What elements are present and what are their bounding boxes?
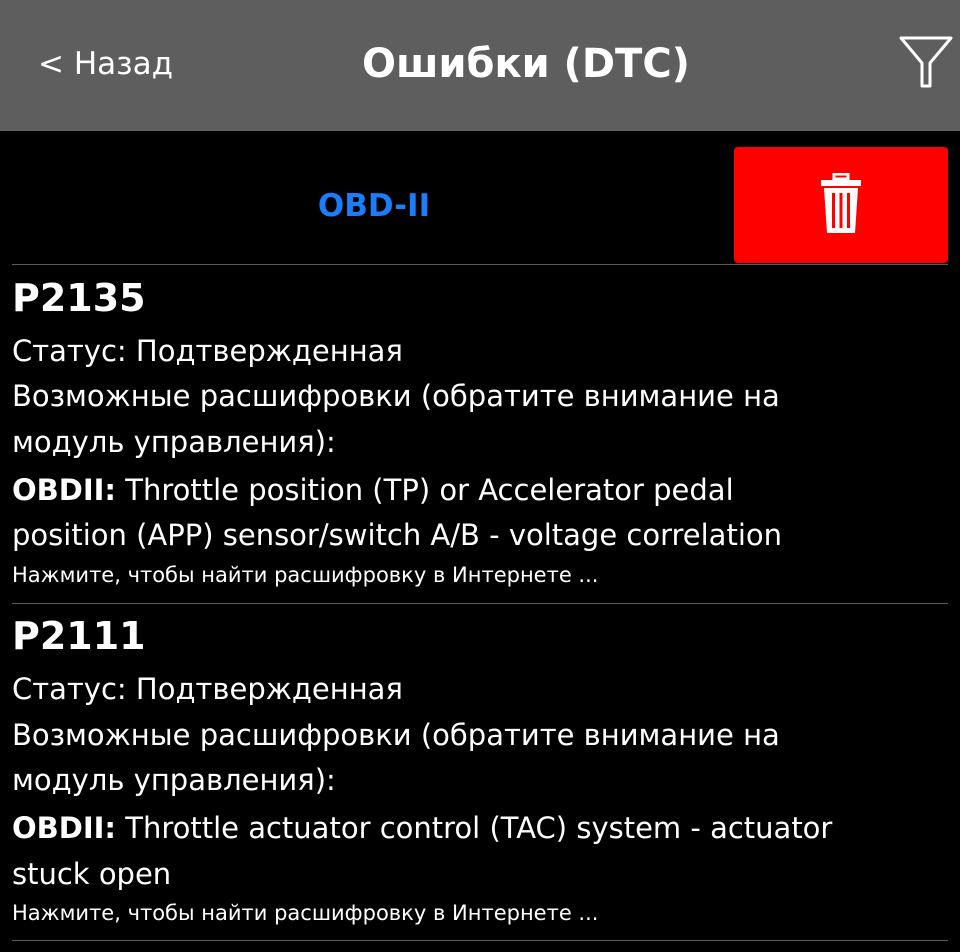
protocol-label[interactable]: OBD-II <box>240 186 508 226</box>
page-title: Ошибки (DTC) <box>362 41 690 87</box>
dtc-source-label: OBDII: <box>12 811 117 845</box>
back-button[interactable]: < Назад <box>38 44 173 84</box>
dtc-list-item[interactable]: P2135 Статус: Подтвержденная Возможные р… <box>0 265 960 602</box>
trash-icon <box>821 173 861 233</box>
dtc-description: OBDII: Throttle actuator control (TAC) s… <box>12 805 832 851</box>
dtc-decode-heading-cont: модуль управления): <box>12 763 336 797</box>
dtc-status: Статус: Подтвержденная <box>12 672 403 706</box>
dtc-code: P2135 <box>12 276 146 320</box>
toolbar: OBD-II <box>0 131 960 265</box>
dtc-description-text: Throttle position (TP) or Accelerator pe… <box>116 473 734 507</box>
page-title-container: Ошибки (DTC) <box>280 40 772 88</box>
dtc-code: P2111 <box>12 614 146 658</box>
dtc-description-cont: stuck open <box>12 857 172 891</box>
navigation-bar: < Назад Ошибки (DTC) <box>0 0 960 131</box>
dtc-search-hint[interactable]: Нажмите, чтобы найти расшифровку в Интер… <box>12 899 598 927</box>
dtc-list-item[interactable]: P2111 Статус: Подтвержденная Возможные р… <box>0 604 960 940</box>
dtc-description-text: Throttle actuator control (TAC) system -… <box>116 811 833 845</box>
divider <box>12 940 948 941</box>
filter-button[interactable] <box>896 32 956 92</box>
dtc-decode-heading-cont: модуль управления): <box>12 425 336 459</box>
dtc-description-cont: position (APP) sensor/switch A/B - volta… <box>12 518 783 552</box>
dtc-source-label: OBDII: <box>12 473 117 507</box>
filter-icon <box>899 36 953 88</box>
dtc-search-hint[interactable]: Нажмите, чтобы найти расшифровку в Интер… <box>12 561 598 589</box>
dtc-status: Статус: Подтвержденная <box>12 334 403 368</box>
dtc-decode-heading: Возможные расшифровки (обратите внимание… <box>12 379 780 413</box>
dtc-description: OBDII: Throttle position (TP) or Acceler… <box>12 467 734 513</box>
delete-all-button[interactable] <box>734 147 948 263</box>
dtc-decode-heading: Возможные расшифровки (обратите внимание… <box>12 718 780 752</box>
